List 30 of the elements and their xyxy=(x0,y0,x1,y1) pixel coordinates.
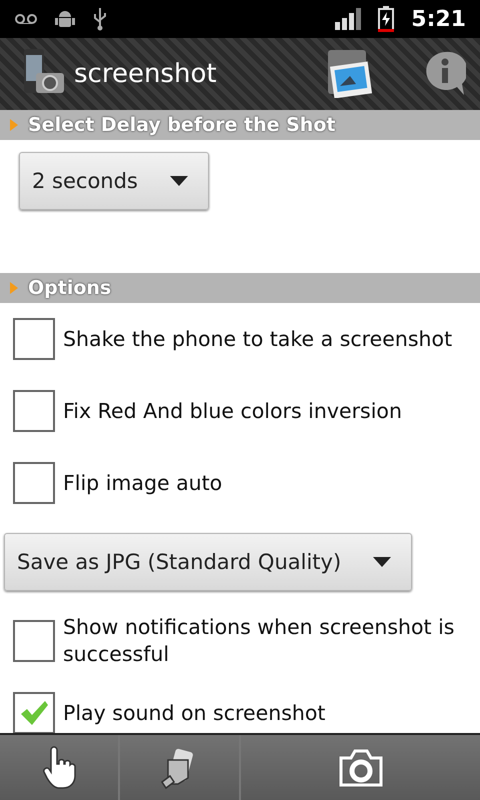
option-label: Fix Red And blue colors inversion xyxy=(63,398,402,424)
signal-icon xyxy=(335,8,362,30)
pointing-hand-icon xyxy=(41,746,77,790)
checkmark-icon xyxy=(19,700,49,726)
option-label: Flip image auto xyxy=(63,470,222,496)
camera-icon xyxy=(336,748,384,788)
option-label: Show notifications when screenshot is successful xyxy=(63,614,456,668)
clock: 5:21 xyxy=(411,6,466,32)
triangle-icon xyxy=(10,282,18,294)
info-icon[interactable] xyxy=(424,51,466,97)
voicemail-icon xyxy=(14,13,38,25)
checkbox[interactable] xyxy=(13,620,55,662)
dropdown[interactable]: Save as JPG (Standard Quality) xyxy=(4,533,412,591)
option-label: Play sound on screenshot xyxy=(63,700,326,726)
checkbox[interactable] xyxy=(13,692,55,734)
checkbox[interactable] xyxy=(13,462,55,504)
checkbox[interactable] xyxy=(13,318,55,360)
dropdown[interactable]: 2 seconds xyxy=(19,152,209,210)
battery-charging-icon xyxy=(377,6,396,32)
caret-icon xyxy=(170,176,188,186)
section-title: Options xyxy=(28,277,112,299)
pictures-icon[interactable] xyxy=(326,50,372,98)
app-title: screenshot xyxy=(74,59,217,89)
caret-icon xyxy=(373,557,391,567)
usb-icon xyxy=(92,7,108,31)
section-title: Select Delay before the Shot xyxy=(28,114,336,136)
checkbox[interactable] xyxy=(13,390,55,432)
option-label: Shake the phone to take a screenshot xyxy=(63,326,452,352)
android-icon xyxy=(54,8,76,30)
triangle-icon xyxy=(10,119,18,131)
